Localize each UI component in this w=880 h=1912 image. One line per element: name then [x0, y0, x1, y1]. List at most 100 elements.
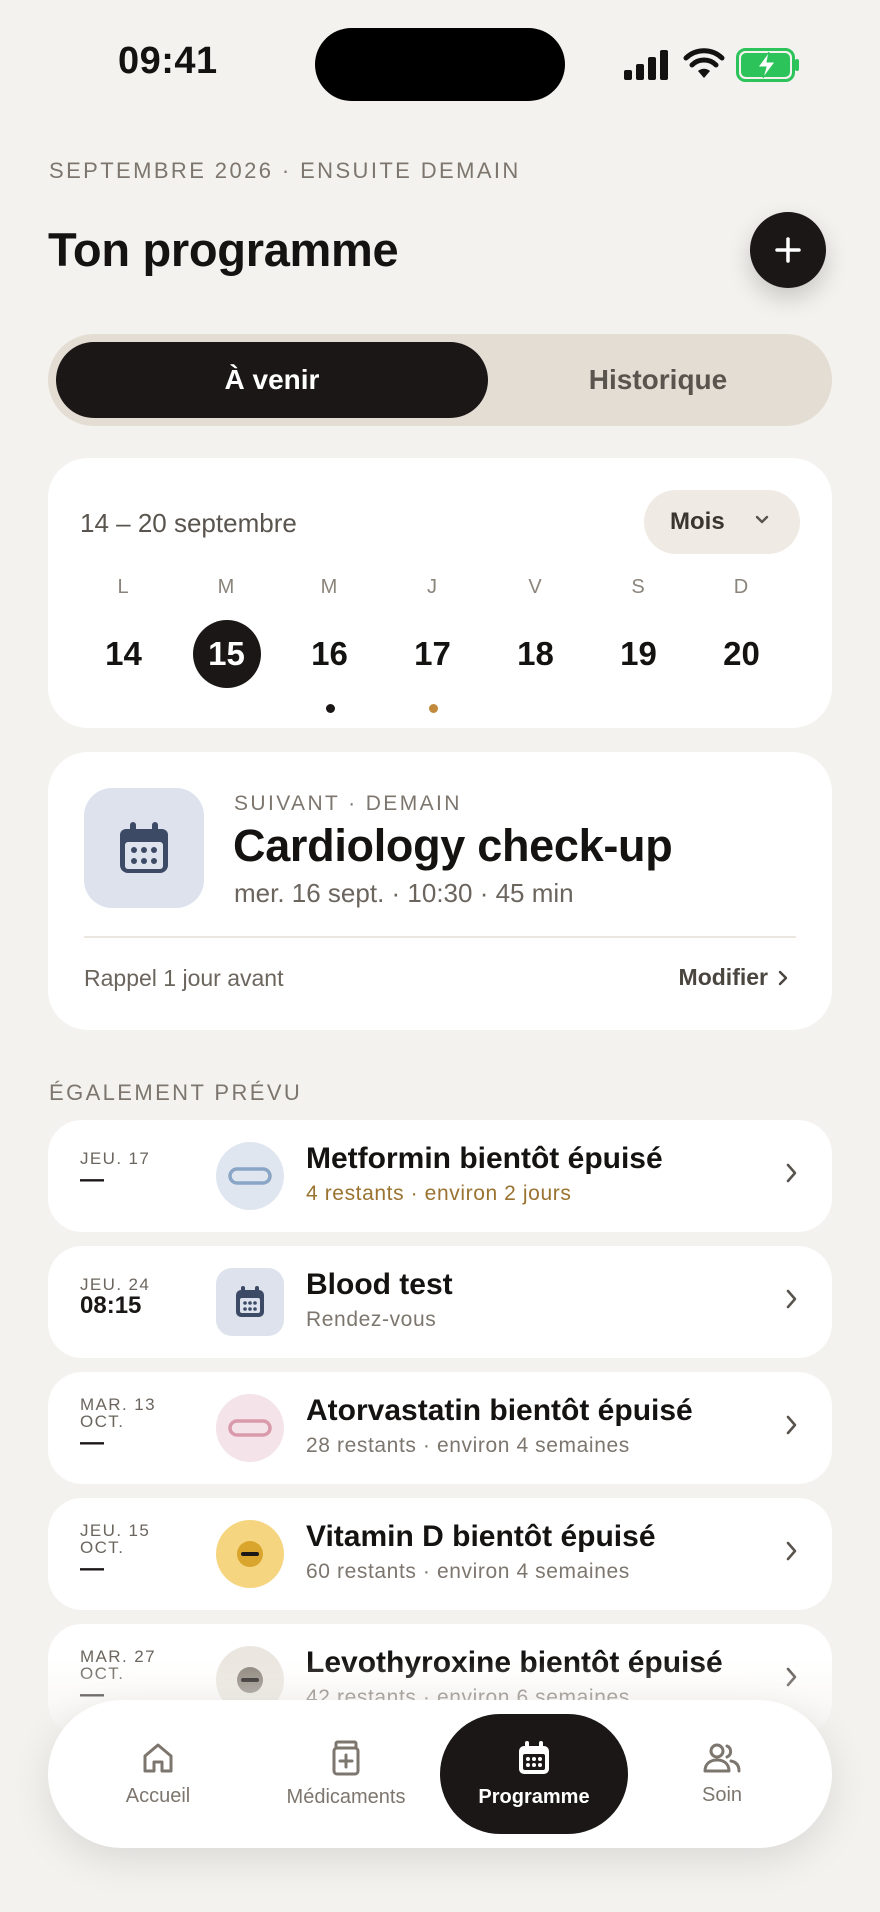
list-item[interactable]: JEU. 15 OCT. — Vitamin D bientôt épuisé 60 …: [48, 1498, 832, 1610]
chevron-right-icon: [786, 1163, 797, 1183]
item-subtitle: Rendez-vous: [306, 1308, 437, 1331]
day-number: 15: [192, 620, 261, 688]
edit-label: Modifier: [678, 964, 768, 990]
view-select-label: Mois: [670, 508, 725, 535]
weekday-letter: M: [217, 576, 236, 598]
item-date: JEU. 24 08:15: [80, 1276, 190, 1319]
item-subtitle: 4 restants · environ 2 jours: [306, 1182, 572, 1205]
weekday-letter: S: [631, 576, 646, 598]
day-number: 16: [311, 635, 348, 672]
page-title: Ton programme: [48, 223, 399, 276]
section-heading: ÉGALEMENT PRÉVU: [49, 1080, 303, 1105]
calendar-day[interactable]: L 14: [72, 576, 175, 688]
medicine-bottle-icon: [332, 1740, 360, 1775]
item-title: Atorvastatin bientôt épuisé: [306, 1394, 693, 1427]
item-date-day: JEU. 15 OCT.: [80, 1521, 151, 1557]
status-time: 09:41: [118, 40, 218, 82]
wifi-icon: [683, 48, 725, 78]
edit-button[interactable]: Modifier: [679, 964, 788, 991]
item-icon: [216, 1394, 284, 1462]
chevron-right-icon: [778, 970, 788, 985]
item-date-time: —: [80, 1166, 104, 1193]
event-dot: [325, 704, 335, 713]
tablet-icon: [237, 1541, 263, 1567]
item-date-day: JEU. 24: [80, 1275, 151, 1294]
pill-capsule-icon: [228, 1419, 272, 1437]
tab-history[interactable]: Historique: [488, 342, 828, 418]
tab-medications[interactable]: Médicaments: [252, 1714, 440, 1834]
pill-capsule-icon: [228, 1167, 272, 1185]
item-date-time: —: [80, 1429, 104, 1456]
day-number: 20: [723, 635, 760, 672]
item-icon: [216, 1142, 284, 1210]
plus-icon: [775, 237, 801, 263]
people-icon: [703, 1743, 741, 1772]
next-appointment-card[interactable]: SUIVANT · DEMAIN Cardiology check-up mer…: [48, 752, 832, 1030]
weekday-letter: J: [427, 576, 438, 598]
event-dot: [428, 704, 438, 713]
segmented-control: À venir Historique: [48, 334, 832, 426]
weekday-letter: L: [117, 576, 130, 598]
status-bar: 09:41: [0, 0, 880, 130]
day-number: 19: [620, 635, 657, 672]
day-number: 17: [414, 635, 451, 672]
tab-care[interactable]: Soin: [628, 1714, 816, 1834]
item-date: JEU. 15 OCT. —: [80, 1522, 190, 1582]
tab-bar: Accueil Médicaments Programme Soin: [48, 1700, 832, 1848]
divider: [84, 936, 796, 938]
weekday-letter: D: [733, 576, 750, 598]
weekday-letter: M: [320, 576, 339, 598]
chevron-right-icon: [786, 1541, 797, 1561]
reminder-text: Rappel 1 jour avant: [84, 965, 284, 991]
chevron-down-icon: [755, 515, 769, 524]
week-days: L 14 M 15 M 16 J 17 V 18 S 19 D 20: [72, 576, 808, 713]
tab-schedule-label: Programme: [478, 1785, 590, 1808]
week-calendar-card: 14 – 20 septembre Mois L 14 M 15 M 16 J 17 V 18 S 1…: [48, 458, 832, 728]
chevron-right-icon: [786, 1289, 797, 1309]
cellular-signal-icon: [624, 50, 668, 80]
calendar-day[interactable]: M 15: [175, 576, 278, 688]
calendar-day[interactable]: J 17: [381, 576, 484, 713]
tab-home-label: Accueil: [125, 1784, 191, 1807]
calendar-icon: [236, 1286, 264, 1317]
item-date: MAR. 13 OCT. —: [80, 1396, 190, 1456]
item-date-time: —: [80, 1555, 104, 1582]
view-select[interactable]: Mois: [644, 490, 800, 554]
item-subtitle: 28 restants · environ 4 semaines: [306, 1434, 630, 1457]
dynamic-island: [315, 28, 565, 101]
list-item[interactable]: JEU. 17— Metformin bientôt épuisé 4 restan…: [48, 1120, 832, 1232]
next-eyebrow: SUIVANT · DEMAIN: [234, 792, 462, 815]
day-number: 14: [105, 635, 142, 672]
chevron-right-icon: [786, 1415, 797, 1435]
next-appointment-icon: [84, 788, 204, 908]
item-date-day: JEU. 17: [80, 1149, 151, 1168]
item-title: Vitamin D bientôt épuisé: [306, 1520, 656, 1553]
tab-medications-label: Médicaments: [286, 1785, 406, 1808]
item-title: Metformin bientôt épuisé: [306, 1142, 663, 1175]
weekday-letter: V: [528, 576, 543, 598]
item-title: Blood test: [306, 1268, 453, 1301]
item-date: JEU. 17—: [80, 1150, 190, 1193]
calendar-day[interactable]: S 19: [587, 576, 690, 688]
add-button[interactable]: [750, 212, 826, 288]
item-icon: [216, 1520, 284, 1588]
tab-care-label: Soin: [701, 1783, 743, 1806]
calendar-day[interactable]: V 18: [484, 576, 587, 688]
battery-charging-icon: [736, 48, 799, 82]
home-icon: [143, 1743, 173, 1772]
item-subtitle: 60 restants · environ 4 semaines: [306, 1560, 630, 1583]
calendar-day[interactable]: D 20: [690, 576, 793, 688]
item-date-time: 08:15: [80, 1292, 142, 1319]
item-icon: [216, 1268, 284, 1336]
next-title: Cardiology check-up: [233, 820, 673, 871]
list-item[interactable]: JEU. 24 08:15 Blood test Rendez-vous: [48, 1246, 832, 1358]
item-date-day: MAR. 13 OCT.: [80, 1395, 156, 1431]
tab-schedule[interactable]: Programme: [440, 1714, 628, 1834]
tab-upcoming[interactable]: À venir: [56, 342, 488, 418]
list-item[interactable]: MAR. 13 OCT. — Atorvastatin bientôt épuisé…: [48, 1372, 832, 1484]
day-number: 18: [517, 635, 554, 672]
calendar-day[interactable]: M 16: [278, 576, 381, 713]
tab-home[interactable]: Accueil: [64, 1714, 252, 1834]
next-meta: mer. 16 sept. · 10:30 · 45 min: [234, 878, 574, 908]
page-eyebrow: SEPTEMBRE 2026 · ENSUITE DEMAIN: [49, 158, 521, 183]
